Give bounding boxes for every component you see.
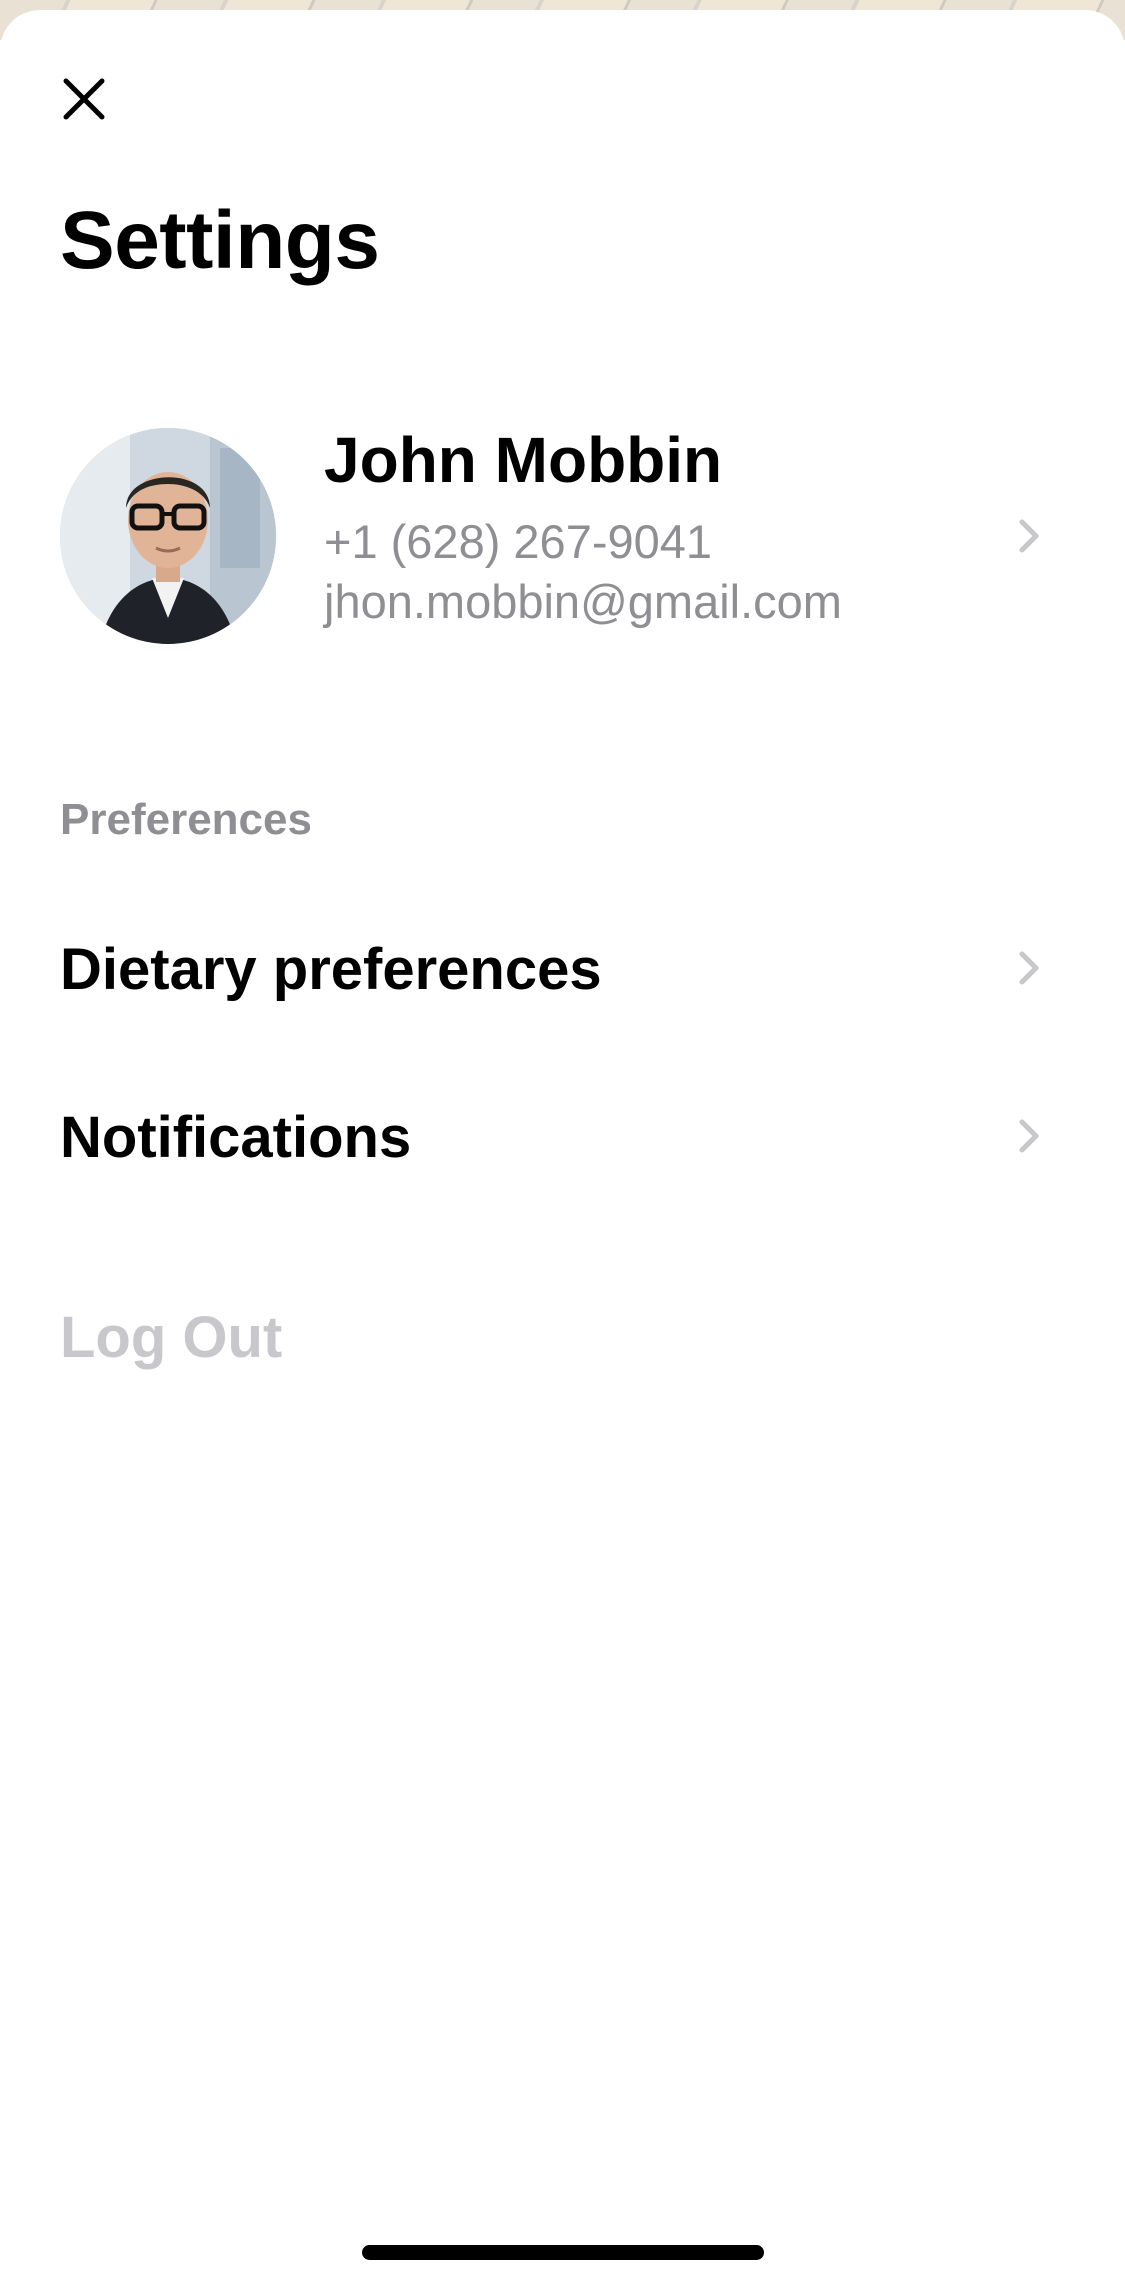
avatar <box>60 428 276 644</box>
chevron-right-icon <box>1019 519 1039 553</box>
menu-item-label: Dietary preferences <box>60 937 602 1002</box>
chevron-right-icon <box>1019 1119 1039 1153</box>
page-title: Settings <box>60 195 380 286</box>
chevron-right-icon <box>1019 951 1039 985</box>
profile-email: jhon.mobbin@gmail.com <box>324 575 842 628</box>
close-icon <box>63 78 105 120</box>
close-button[interactable] <box>52 67 116 131</box>
profile-name: John Mobbin <box>324 424 723 496</box>
menu-item-notifications[interactable]: Notifications <box>0 1076 1125 1196</box>
home-indicator[interactable] <box>362 2245 764 2260</box>
section-header-preferences: Preferences <box>60 795 312 844</box>
profile-phone: +1 (628) 267-9041 <box>324 515 713 568</box>
settings-sheet: Settings John Mobbin +1 (628) 267-9041 j… <box>0 10 1125 2284</box>
menu-item-dietary-preferences[interactable]: Dietary preferences <box>0 908 1125 1028</box>
logout-button[interactable]: Log Out <box>60 1306 282 1370</box>
profile-row[interactable]: John Mobbin +1 (628) 267-9041 jhon.mobbi… <box>0 420 1125 650</box>
menu-item-label: Notifications <box>60 1105 412 1170</box>
